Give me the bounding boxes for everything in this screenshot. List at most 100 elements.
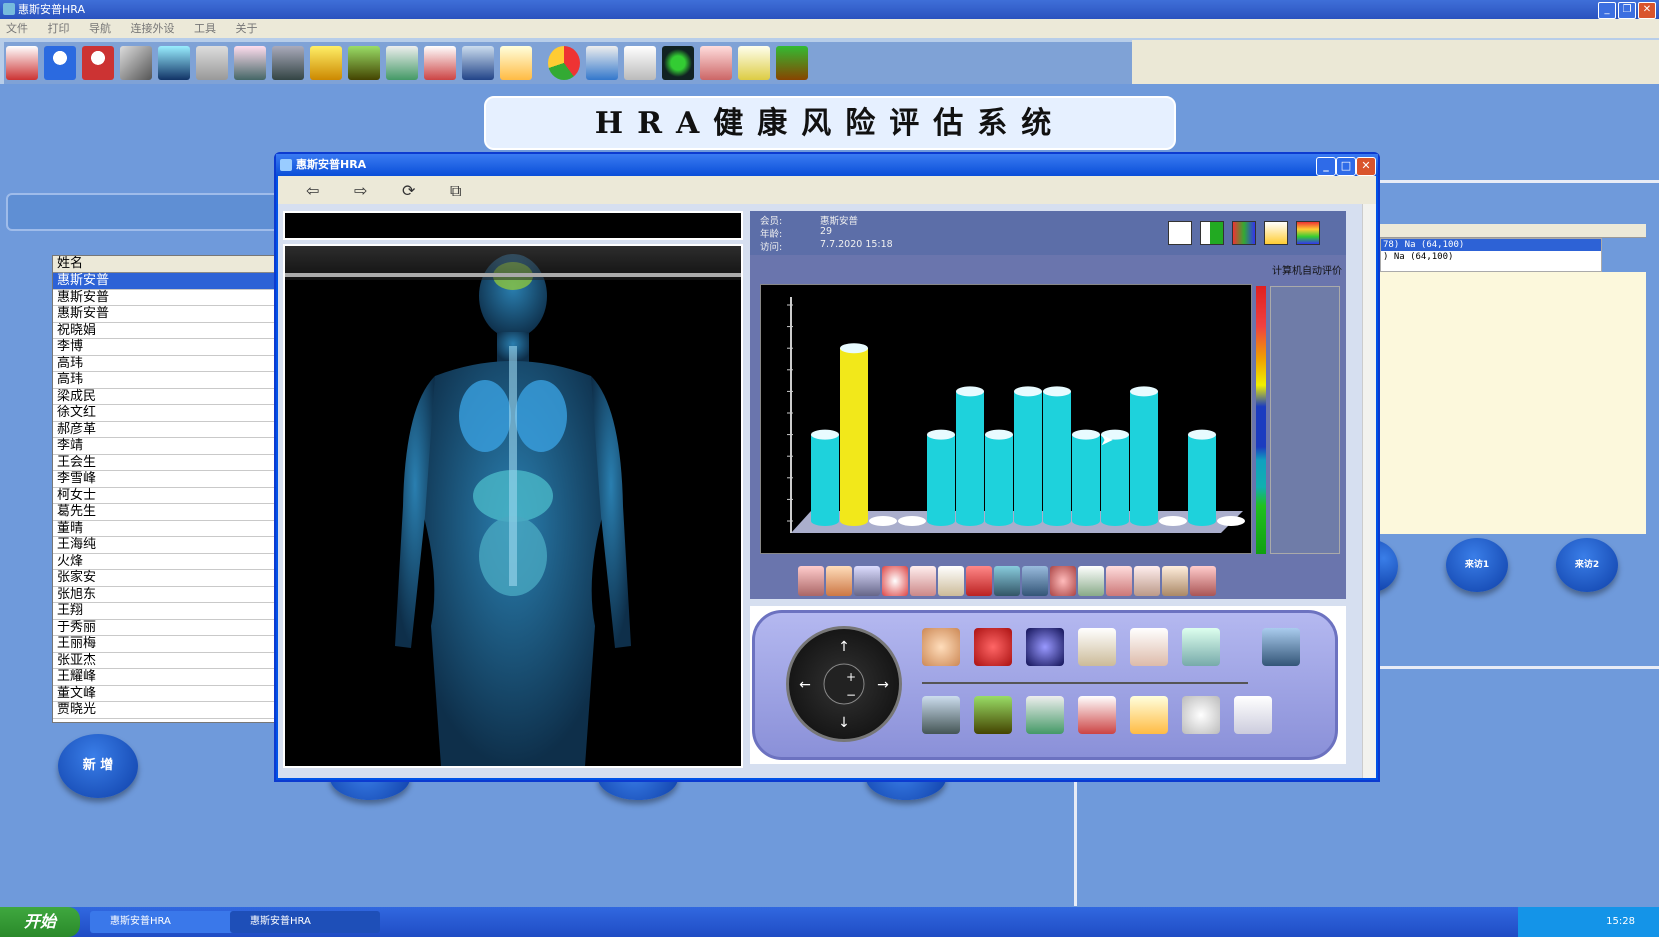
restore-button[interactable]: ❐ [1618, 2, 1636, 19]
home-icon[interactable] [6, 46, 38, 80]
name-row[interactable]: 惠斯安普 [53, 306, 283, 323]
checklist-icon[interactable] [386, 46, 418, 80]
new-button[interactable]: 新 增 [58, 734, 138, 798]
body-diagram-icon[interactable] [1234, 696, 1272, 734]
virus-icon[interactable] [1050, 566, 1076, 596]
name-column-header[interactable]: 姓名 [53, 256, 283, 273]
menu-tools[interactable]: 工具 [194, 22, 216, 35]
name-row[interactable]: 徐文红 [53, 405, 283, 422]
name-row[interactable]: 王会生 [53, 455, 283, 471]
name-row[interactable]: 王耀峰 [53, 669, 283, 686]
person-search-icon[interactable] [1134, 566, 1160, 596]
heart-icon[interactable] [966, 566, 992, 596]
name-row[interactable]: 祝晓娟 [53, 323, 283, 339]
visit1-button[interactable]: 来访1 [1446, 538, 1508, 592]
name-row[interactable]: 柯女士 [53, 488, 283, 504]
stomach-icon[interactable] [826, 566, 852, 596]
name-row[interactable]: 郝彦革 [53, 422, 283, 438]
uterus-icon[interactable] [1106, 566, 1132, 596]
name-row[interactable]: 李雪峰 [53, 471, 283, 488]
skeleton-organ-icon[interactable] [1022, 566, 1048, 596]
medical-kit-tool-icon[interactable] [1078, 696, 1116, 734]
color-scale-icon[interactable] [1296, 221, 1320, 245]
taskbar-item[interactable]: 惠斯安普HRA [230, 911, 380, 933]
blood-cells-icon[interactable] [882, 566, 908, 596]
sensor-icon[interactable] [158, 46, 190, 80]
settings-icon[interactable] [662, 46, 694, 80]
name-row[interactable]: 葛先生 [53, 504, 283, 521]
right-list-item[interactable]: ) Na (64,100) [1381, 251, 1601, 263]
child-minimize-button[interactable]: _ [1316, 157, 1336, 176]
microscope-icon[interactable] [272, 46, 304, 80]
heart-organ-icon[interactable] [974, 628, 1012, 666]
child-maximize-button[interactable]: □ [1336, 157, 1356, 176]
lock-note-icon[interactable] [738, 46, 770, 80]
full-body-icon[interactable] [1262, 628, 1300, 666]
body-3d-viewer[interactable] [283, 244, 743, 768]
cell-tool-icon[interactable] [974, 696, 1012, 734]
visit2-button[interactable]: 来访2 [1556, 538, 1618, 592]
pie-chart-icon[interactable] [548, 46, 580, 80]
name-row[interactable]: 董文峰 [53, 686, 283, 702]
mouth-icon[interactable] [1190, 566, 1216, 596]
name-row[interactable]: 高玮 [53, 356, 283, 372]
medical-kit-icon[interactable] [424, 46, 456, 80]
name-row[interactable]: 董晴 [53, 521, 283, 537]
rotation-joystick[interactable]: ↑ ↓ ← → + − [786, 626, 902, 742]
microscope-tool-icon[interactable] [922, 696, 960, 734]
device-icon[interactable] [462, 46, 494, 80]
user-icon[interactable] [44, 46, 76, 80]
menu-navigate[interactable]: 导航 [89, 22, 111, 35]
body-scan-icon[interactable] [120, 46, 152, 80]
name-row[interactable]: 李靖 [53, 438, 283, 455]
menu-print[interactable]: 打印 [48, 22, 70, 35]
name-row[interactable]: 于秀丽 [53, 620, 283, 636]
lungs-icon[interactable] [798, 566, 824, 596]
back-arrow-icon[interactable]: ⇦ [306, 181, 319, 200]
document-icon[interactable] [624, 46, 656, 80]
exam-person-icon[interactable] [1130, 628, 1168, 666]
checklist-tool-icon[interactable] [1026, 696, 1064, 734]
right-list-item[interactable]: 78) Na (64,100) [1381, 239, 1601, 251]
globe-icon[interactable] [1026, 628, 1064, 666]
face-icon[interactable] [1078, 566, 1104, 596]
skeleton-icon[interactable] [196, 46, 228, 80]
cell-icon[interactable] [348, 46, 380, 80]
body-pose-icon[interactable] [1182, 628, 1220, 666]
right-list[interactable]: 78) Na (64,100) ) Na (64,100) [1380, 238, 1602, 272]
vertebra-icon[interactable] [1078, 628, 1116, 666]
name-row[interactable]: 李博 [53, 339, 283, 356]
taskbar-item[interactable]: 惠斯安普HRA [90, 911, 240, 933]
doctor-icon[interactable] [234, 46, 266, 80]
throat-icon[interactable] [910, 566, 936, 596]
name-row[interactable]: 王海纯 [53, 537, 283, 554]
name-row[interactable]: 张亚杰 [53, 653, 283, 669]
minimize-button[interactable]: _ [1598, 2, 1616, 19]
name-row[interactable]: 贾晓光 [53, 702, 283, 719]
child-scrollbar[interactable] [1362, 204, 1376, 778]
clipboard-icon[interactable] [500, 46, 532, 80]
name-row[interactable]: 王丽梅 [53, 636, 283, 653]
exit-icon[interactable] [776, 46, 808, 80]
tooth-icon[interactable] [1182, 696, 1220, 734]
name-row[interactable]: 火烽 [53, 554, 283, 570]
forward-arrow-icon[interactable]: ⇨ [354, 181, 367, 200]
child-close-button[interactable]: ✕ [1356, 157, 1376, 176]
printer-icon[interactable] [586, 46, 618, 80]
table-view-icon[interactable] [1200, 221, 1224, 245]
name-row[interactable]: 张家安 [53, 570, 283, 587]
refresh-icon[interactable]: ⟳ [402, 181, 415, 200]
name-row[interactable]: 惠斯安普 [53, 273, 283, 290]
name-row[interactable]: 王翔 [53, 603, 283, 620]
name-row[interactable]: 梁成民 [53, 389, 283, 405]
name-table[interactable]: 姓名 惠斯安普 惠斯安普 惠斯安普 祝晓娟 李博 高玮 高玮 梁成民 徐文红 郝彦革 李靖 王会生 李雪… [52, 255, 284, 723]
menu-file[interactable]: 文件 [6, 22, 28, 35]
bar-chart-view-icon[interactable] [1232, 221, 1256, 245]
nerve-icon[interactable] [854, 566, 880, 596]
clipboard-tool-icon[interactable] [1130, 696, 1168, 734]
name-row[interactable]: 惠斯安普 [53, 290, 283, 306]
warning-icon[interactable] [1264, 221, 1288, 245]
head-icon[interactable] [922, 628, 960, 666]
report-person-icon[interactable] [310, 46, 342, 80]
person-icon[interactable] [1162, 566, 1188, 596]
